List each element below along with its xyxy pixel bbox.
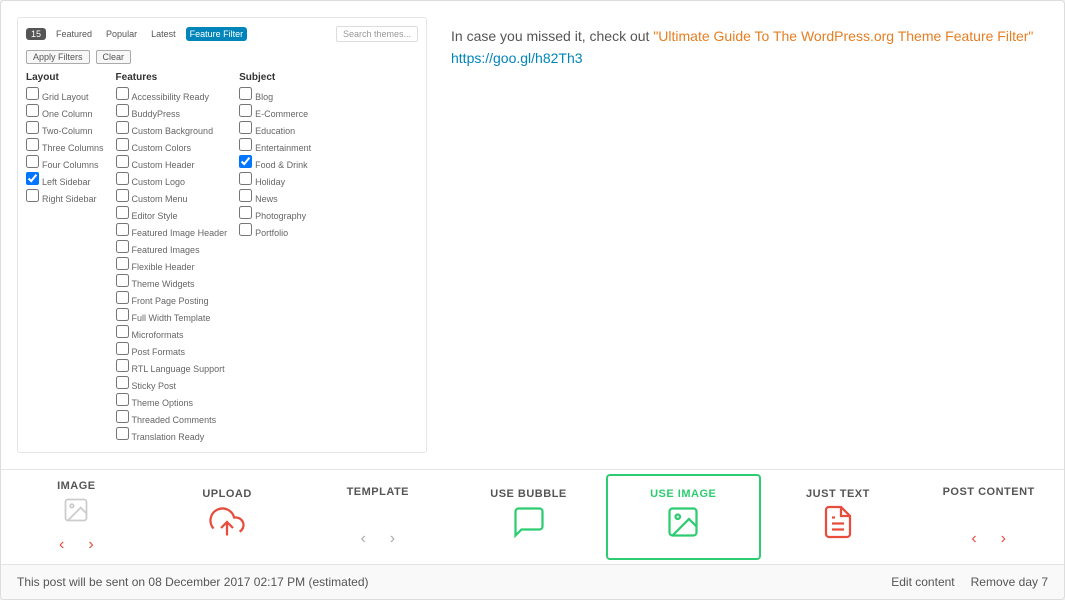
just-text-icon <box>820 504 856 546</box>
feature-item-17[interactable]: Sticky Post <box>116 376 228 391</box>
tab-image-label: IMAGE <box>57 480 96 492</box>
features-heading: Features <box>116 72 228 83</box>
subject-column: Subject Blog E-Commerce Education Entert… <box>239 72 311 444</box>
apply-filters-btn[interactable]: Apply Filters <box>26 50 90 64</box>
post-status-text: This post will be sent on 08 December 20… <box>17 575 369 589</box>
feature-item-20[interactable]: Translation Ready <box>116 427 228 442</box>
feature-item-8[interactable]: Featured Image Header <box>116 223 228 238</box>
feature-item-7[interactable]: Editor Style <box>116 206 228 221</box>
layout-item-1[interactable]: One Column <box>26 104 104 119</box>
tab-use-bubble[interactable]: USE BUBBLE <box>453 470 604 564</box>
subject-item-5[interactable]: Holiday <box>239 172 311 187</box>
subject-item-0[interactable]: Blog <box>239 87 311 102</box>
subject-item-7[interactable]: Photography <box>239 206 311 221</box>
feature-item-6[interactable]: Custom Menu <box>116 189 228 204</box>
layout-item-6[interactable]: Right Sidebar <box>26 189 104 204</box>
info-link[interactable]: https://goo.gl/h82Th3 <box>451 50 583 66</box>
content-area: 15 Featured Popular Latest Feature Filte… <box>1 1 1064 469</box>
tab-post-content-label: POST CONTENT <box>943 486 1035 498</box>
subject-item-6[interactable]: News <box>239 189 311 204</box>
layout-item-0[interactable]: Grid Layout <box>26 87 104 102</box>
subject-heading: Subject <box>239 72 311 83</box>
top-bar: 15 Featured Popular Latest Feature Filte… <box>26 26 418 42</box>
tab-just-text-label: JUST TEXT <box>806 488 870 500</box>
footer-actions: Edit content Remove day 7 <box>891 575 1048 589</box>
upload-icon <box>209 504 245 546</box>
bubble-icon <box>511 504 547 546</box>
feature-item-15[interactable]: Post Formats <box>116 342 228 357</box>
subject-item-2[interactable]: Education <box>239 121 311 136</box>
feature-item-5[interactable]: Custom Logo <box>116 172 228 187</box>
feature-item-9[interactable]: Featured Images <box>116 240 228 255</box>
tab-featured[interactable]: Featured <box>52 27 96 41</box>
feature-item-11[interactable]: Theme Widgets <box>116 274 228 289</box>
right-panel: In case you missed it, check out "Ultima… <box>443 17 1048 453</box>
feature-item-0[interactable]: Accessibility Ready <box>116 87 228 102</box>
tab-use-bubble-label: USE BUBBLE <box>490 488 567 500</box>
clear-btn[interactable]: Clear <box>96 50 132 64</box>
tab-upload[interactable]: UPLOAD <box>152 470 303 564</box>
template-next-arrow[interactable]: › <box>390 530 395 548</box>
tab-just-text[interactable]: JUST TEXT <box>763 470 914 564</box>
tab-use-image-label: USE IMAGE <box>650 488 716 500</box>
theme-count-badge: 15 <box>26 28 46 40</box>
post-content-nav-arrows: ‹ › <box>971 530 1006 548</box>
image-icon <box>62 496 90 530</box>
layout-item-2[interactable]: Two-Column <box>26 121 104 136</box>
tab-upload-label: UPLOAD <box>202 488 251 500</box>
layout-heading: Layout <box>26 72 104 83</box>
info-paragraph: In case you missed it, check out "Ultima… <box>451 25 1040 70</box>
edit-content-link[interactable]: Edit content <box>891 575 954 589</box>
tab-latest[interactable]: Latest <box>147 27 180 41</box>
template-nav-arrows: ‹ › <box>360 530 395 548</box>
subject-item-8[interactable]: Portfolio <box>239 223 311 238</box>
tab-use-image[interactable]: USE IMAGE <box>606 474 761 560</box>
feature-item-12[interactable]: Front Page Posting <box>116 291 228 306</box>
info-quoted-text: "Ultimate Guide To The WordPress.org The… <box>653 28 1033 44</box>
tab-popular[interactable]: Popular <box>102 27 141 41</box>
subject-item-3[interactable]: Entertainment <box>239 138 311 153</box>
feature-item-4[interactable]: Custom Header <box>116 155 228 170</box>
columns-area: Layout Grid Layout One Column Two-Column… <box>26 72 418 444</box>
feature-item-19[interactable]: Threaded Comments <box>116 410 228 425</box>
image-prev-arrow[interactable]: ‹ <box>59 536 64 554</box>
layout-item-4[interactable]: Four Columns <box>26 155 104 170</box>
feature-item-14[interactable]: Microformats <box>116 325 228 340</box>
remove-day-link[interactable]: Remove day 7 <box>971 575 1048 589</box>
use-image-icon <box>665 504 701 546</box>
layout-item-5[interactable]: Left Sidebar <box>26 172 104 187</box>
feature-item-13[interactable]: Full Width Template <box>116 308 228 323</box>
footer-bar: This post will be sent on 08 December 20… <box>1 564 1064 599</box>
subject-item-4[interactable]: Food & Drink <box>239 155 311 170</box>
tab-template[interactable]: TEMPLATE ‹ › <box>302 470 453 564</box>
tab-template-label: TEMPLATE <box>347 486 409 498</box>
info-text-prefix: In case you missed it, check out <box>451 28 653 44</box>
feature-item-16[interactable]: RTL Language Support <box>116 359 228 374</box>
tab-feature-filter[interactable]: Feature Filter <box>186 27 248 41</box>
tab-image[interactable]: IMAGE ‹ › <box>1 470 152 564</box>
layout-item-3[interactable]: Three Columns <box>26 138 104 153</box>
main-container: 15 Featured Popular Latest Feature Filte… <box>0 0 1065 600</box>
feature-item-1[interactable]: BuddyPress <box>116 104 228 119</box>
post-content-next-arrow[interactable]: › <box>1001 530 1006 548</box>
feature-item-3[interactable]: Custom Colors <box>116 138 228 153</box>
feature-item-18[interactable]: Theme Options <box>116 393 228 408</box>
layout-column: Layout Grid Layout One Column Two-Column… <box>26 72 104 444</box>
tab-post-content[interactable]: POST CONTENT ‹ › <box>913 470 1064 564</box>
subject-item-1[interactable]: E-Commerce <box>239 104 311 119</box>
feature-item-2[interactable]: Custom Background <box>116 121 228 136</box>
left-panel: 15 Featured Popular Latest Feature Filte… <box>17 17 427 453</box>
feature-item-10[interactable]: Flexible Header <box>116 257 228 272</box>
filter-bar: Apply Filters Clear <box>26 50 418 64</box>
post-content-prev-arrow[interactable]: ‹ <box>971 530 976 548</box>
image-next-arrow[interactable]: › <box>88 536 93 554</box>
template-prev-arrow[interactable]: ‹ <box>360 530 365 548</box>
tabs-row: IMAGE ‹ › UPLOAD TEMPLATE <box>1 469 1064 564</box>
image-nav-arrows: ‹ › <box>59 536 94 554</box>
features-column: Features Accessibility Ready BuddyPress … <box>116 72 228 444</box>
search-themes-input[interactable]: Search themes... <box>336 26 418 42</box>
